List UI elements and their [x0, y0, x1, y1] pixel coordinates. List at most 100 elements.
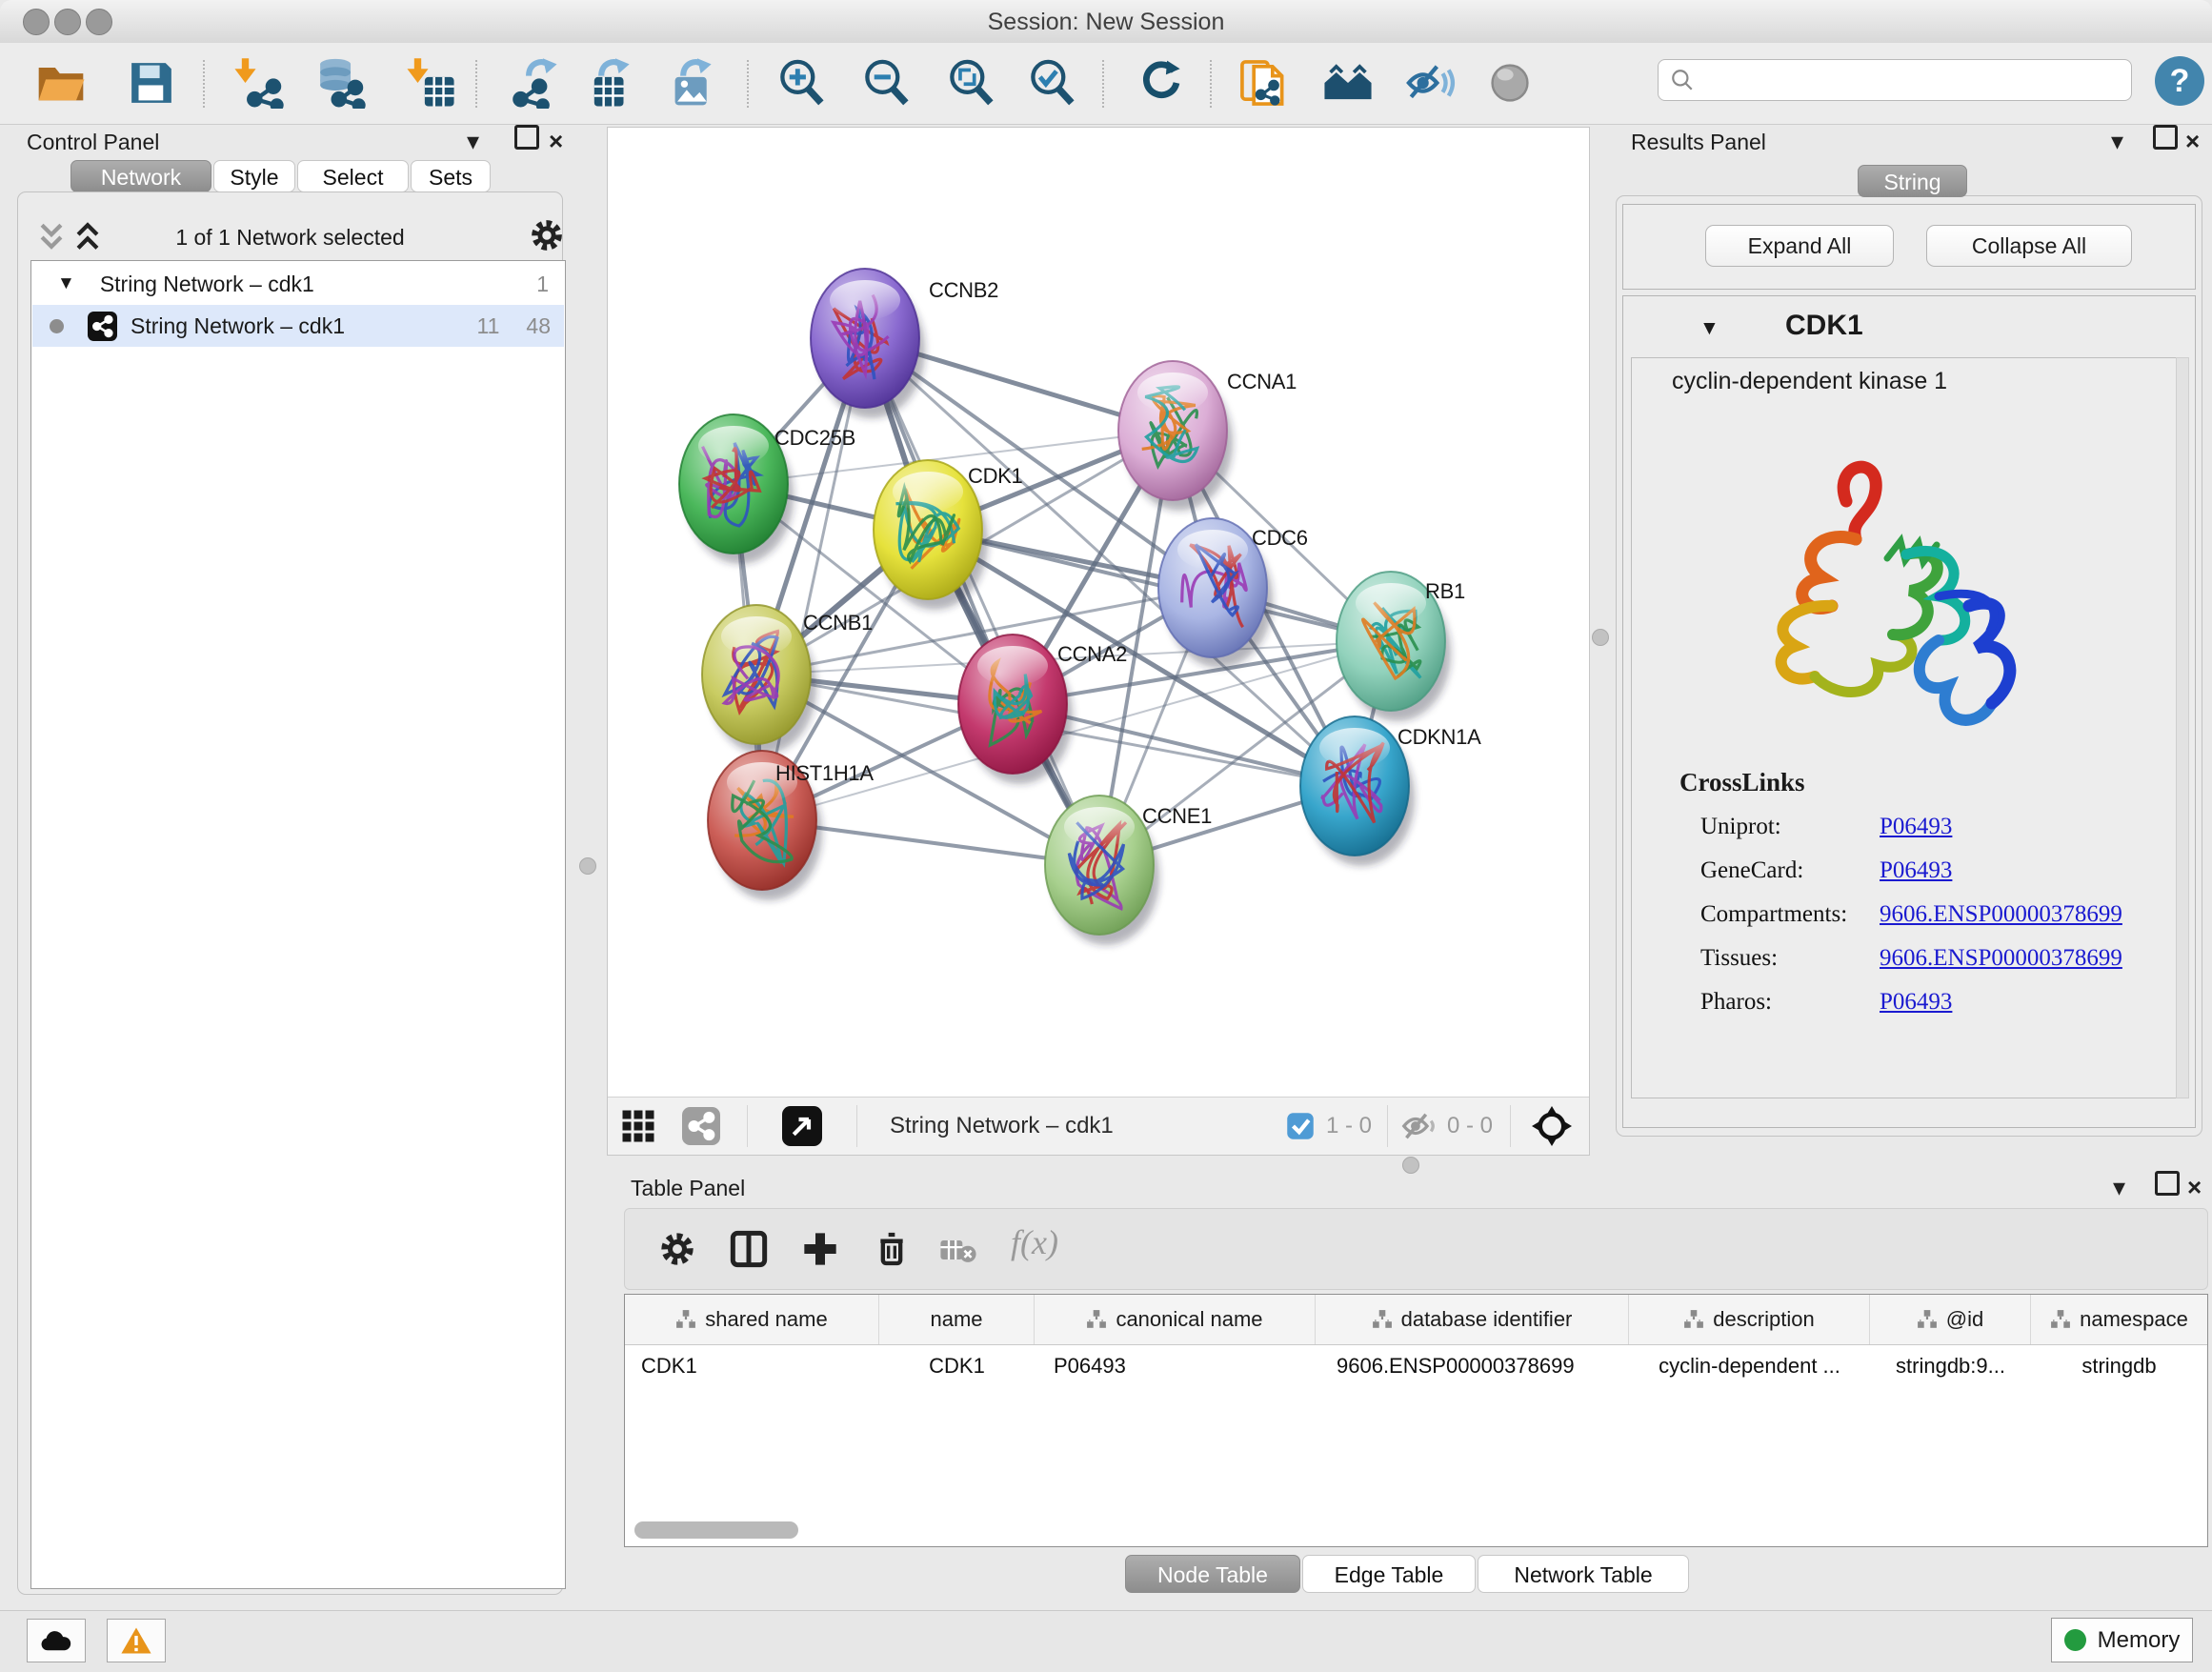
- fit-content-crosshair-icon[interactable]: [1532, 1106, 1572, 1146]
- network-view-toolbar: String Network – cdk1 1 - 0 0 - 0: [608, 1097, 1589, 1155]
- column-header[interactable]: name: [879, 1295, 1035, 1344]
- section-expander-icon[interactable]: ▼: [1699, 317, 1719, 340]
- node-label: CDKN1A: [1398, 725, 1481, 749]
- delete-table-icon[interactable]: [939, 1236, 977, 1264]
- zoom-fit-icon[interactable]: [945, 57, 996, 109]
- crosslink-tissues[interactable]: 9606.ENSP00000378699: [1880, 945, 2122, 972]
- network-canvas[interactable]: CCNB2CCNA1CDC25BCDK1CDC6RB1CCNB1CCNA2CDK…: [608, 128, 1589, 1098]
- column-header[interactable]: namespace: [2031, 1295, 2207, 1344]
- collapse-panel-icon[interactable]: ▾: [2111, 127, 2123, 156]
- memory-button[interactable]: Memory: [2051, 1618, 2193, 1662]
- column-header[interactable]: database identifier: [1316, 1295, 1629, 1344]
- expand-all-button[interactable]: Expand All: [1705, 225, 1894, 267]
- close-panel-icon[interactable]: ×: [549, 127, 563, 156]
- collapse-all-button[interactable]: Collapse All: [1926, 225, 2132, 267]
- column-header[interactable]: canonical name: [1035, 1295, 1316, 1344]
- cloud-status-button[interactable]: [27, 1619, 86, 1662]
- tab-network[interactable]: Network: [70, 160, 211, 192]
- network-collection-row[interactable]: ▼ String Network – cdk1 1: [32, 263, 564, 305]
- show-columns-icon[interactable]: [730, 1230, 768, 1268]
- node-label: CCNB2: [929, 278, 998, 302]
- results-scrollbar[interactable]: [2176, 357, 2189, 1098]
- node-label: CCNA2: [1057, 642, 1127, 666]
- network-node-ccnb2[interactable]: [811, 269, 925, 418]
- tab-network-table[interactable]: Network Table: [1478, 1555, 1689, 1593]
- zoom-out-icon[interactable]: [860, 57, 912, 109]
- crosslink-label: GeneCard:: [1700, 857, 1803, 884]
- crosslink-genecard[interactable]: P06493: [1880, 857, 1952, 884]
- network-document-icon[interactable]: [1237, 57, 1289, 109]
- node-detail-box: cyclin-dependent kinase 1: [1631, 357, 2178, 1098]
- search-input[interactable]: [1658, 59, 2132, 101]
- tab-select[interactable]: Select: [297, 160, 409, 192]
- string-home-icon[interactable]: [1322, 57, 1374, 109]
- grid-mode-icon[interactable]: [621, 1109, 655, 1143]
- save-session-icon[interactable]: [126, 57, 177, 109]
- collapse-panel-icon[interactable]: ▾: [467, 127, 479, 156]
- horizontal-scrollbar[interactable]: [634, 1521, 798, 1539]
- left-splitter-handle[interactable]: [579, 857, 596, 875]
- float-panel-icon[interactable]: [2155, 1171, 2180, 1196]
- refresh-icon[interactable]: [1136, 57, 1187, 109]
- zoom-selected-icon[interactable]: [1026, 57, 1077, 109]
- tab-edge-table[interactable]: Edge Table: [1302, 1555, 1476, 1593]
- crosslink-label: Pharos:: [1700, 989, 1772, 1016]
- tab-sets[interactable]: Sets: [411, 160, 491, 192]
- crosslink-uniprot[interactable]: P06493: [1880, 814, 1952, 840]
- horizontal-splitter-handle[interactable]: [1402, 1157, 1419, 1174]
- delete-column-icon[interactable]: [873, 1230, 911, 1268]
- collapse-panel-icon[interactable]: ▾: [2113, 1173, 2125, 1202]
- network-edge[interactable]: [865, 338, 1099, 865]
- network-node-ccna2[interactable]: [958, 635, 1073, 784]
- birds-eye-view-icon[interactable]: [782, 1106, 822, 1146]
- crosslink-label: Tissues:: [1700, 945, 1778, 972]
- node-label: CCNA1: [1227, 370, 1297, 393]
- network-node-ccnb1[interactable]: [702, 605, 816, 755]
- import-network-icon[interactable]: [232, 57, 284, 109]
- import-network-database-icon[interactable]: [314, 57, 366, 109]
- gear-icon[interactable]: [658, 1230, 696, 1268]
- export-network-icon[interactable]: [508, 57, 559, 109]
- window-title: Session: New Session: [0, 9, 2212, 36]
- table-panel: Table Panel ▾ × f(x) shared name name: [607, 1170, 2212, 1596]
- table-panel-title: Table Panel: [631, 1176, 745, 1201]
- crosslink-pharos[interactable]: P06493: [1880, 989, 1952, 1016]
- network-tab-body: 1 of 1 Network selected ▼ String Network…: [17, 191, 563, 1595]
- close-panel-icon[interactable]: ×: [2185, 127, 2200, 156]
- node-section-title[interactable]: CDK1: [1785, 310, 1863, 342]
- warning-status-button[interactable]: [107, 1619, 166, 1662]
- export-table-icon[interactable]: [585, 57, 636, 109]
- edge-count: 48: [526, 313, 551, 339]
- toolbar-separator: [747, 60, 749, 108]
- add-column-icon[interactable]: [801, 1230, 839, 1268]
- float-panel-icon[interactable]: [2153, 125, 2178, 150]
- float-panel-icon[interactable]: [514, 125, 539, 150]
- tab-node-table[interactable]: Node Table: [1125, 1555, 1300, 1593]
- tab-string[interactable]: String: [1858, 165, 1967, 197]
- column-header[interactable]: shared name: [625, 1295, 879, 1344]
- right-splitter-handle[interactable]: [1592, 629, 1609, 646]
- export-image-icon[interactable]: [667, 57, 718, 109]
- network-node-ccna1[interactable]: [1118, 361, 1233, 511]
- column-header[interactable]: description: [1629, 1295, 1870, 1344]
- hidden-eye-slash-icon[interactable]: [1401, 1110, 1438, 1142]
- node-description: cyclin-dependent kinase 1: [1672, 368, 1947, 395]
- import-table-icon[interactable]: [405, 57, 456, 109]
- close-panel-icon[interactable]: ×: [2187, 1173, 2202, 1202]
- network-view[interactable]: CCNB2CCNA1CDC25BCDK1CDC6RB1CCNB1CCNA2CDK…: [607, 127, 1590, 1156]
- zoom-in-icon[interactable]: [775, 57, 827, 109]
- gear-icon[interactable]: [529, 217, 565, 253]
- tree-expander-icon[interactable]: ▼: [57, 273, 75, 294]
- tab-style[interactable]: Style: [213, 160, 295, 192]
- open-session-icon[interactable]: [35, 57, 87, 109]
- table-row[interactable]: CDK1 CDK1 P06493 9606.ENSP00000378699 cy…: [625, 1345, 2207, 1387]
- show-graphics-details-icon[interactable]: [1484, 57, 1536, 109]
- help-button[interactable]: ?: [2155, 56, 2204, 106]
- hide-graphics-details-icon[interactable]: [1404, 57, 1456, 109]
- network-row-selected[interactable]: String Network – cdk1 11 48: [32, 305, 564, 347]
- crosslink-compartments[interactable]: 9606.ENSP00000378699: [1880, 901, 2122, 928]
- selected-checkbox-icon[interactable]: [1286, 1112, 1315, 1140]
- column-header[interactable]: @id: [1870, 1295, 2031, 1344]
- toolbar-separator: [1510, 1105, 1511, 1147]
- network-share-gray-icon[interactable]: [682, 1107, 720, 1145]
